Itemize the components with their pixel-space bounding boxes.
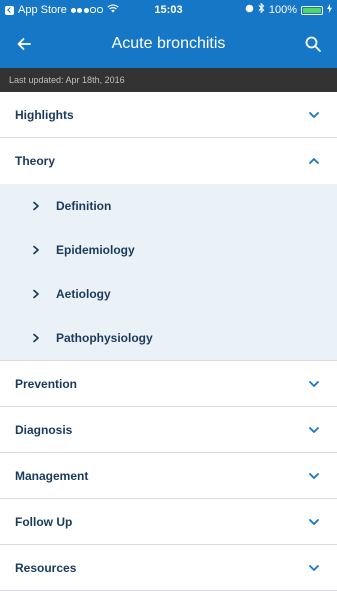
subsection-definition[interactable]: Definition	[0, 184, 337, 228]
battery-percent: 100%	[268, 4, 297, 16]
search-icon	[305, 36, 321, 52]
section-management[interactable]: Management	[0, 453, 337, 499]
charging-icon	[327, 0, 332, 20]
chevron-down-icon	[309, 427, 319, 433]
section-label: Resources	[15, 561, 77, 575]
section-label: Management	[15, 469, 89, 483]
chevron-down-icon	[309, 381, 319, 387]
subsection-aetiology[interactable]: Aetiology	[0, 272, 337, 316]
subsection-list: Definition Epidemiology Aetiology Pathophys…	[0, 184, 337, 361]
chevron-down-icon	[309, 473, 319, 479]
section-prevention[interactable]: Prevention	[0, 361, 337, 407]
chevron-down-icon	[309, 565, 319, 571]
subsection-label: Definition	[56, 199, 112, 213]
section-resources[interactable]: Resources	[0, 545, 337, 591]
section-label: Follow Up	[15, 515, 73, 529]
section-highlights[interactable]: Highlights	[0, 92, 337, 138]
chevron-down-icon	[309, 519, 319, 525]
page-title: Acute bronchitis	[111, 35, 226, 52]
navigation-bar: Acute bronchitis	[0, 20, 337, 68]
alarm-icon	[245, 0, 254, 20]
section-list: Highlights Theory Definition Epidemiology Ae…	[0, 92, 337, 591]
section-follow-up[interactable]: Follow Up	[0, 499, 337, 545]
chevron-right-icon	[33, 201, 39, 211]
section-theory[interactable]: Theory	[0, 138, 337, 184]
subsection-label: Pathophysiology	[56, 331, 153, 345]
chevron-up-icon	[309, 158, 319, 164]
back-button[interactable]	[12, 32, 36, 56]
subsection-label: Epidemiology	[56, 243, 135, 257]
section-label: Diagnosis	[15, 423, 73, 437]
chevron-down-icon	[309, 112, 319, 118]
chevron-right-icon	[33, 289, 39, 299]
subsection-label: Aetiology	[56, 287, 111, 301]
subsection-epidemiology[interactable]: Epidemiology	[0, 228, 337, 272]
section-label: Highlights	[15, 108, 74, 122]
status-bar: App Store 15:03 100%	[0, 0, 337, 20]
chevron-right-icon	[33, 245, 39, 255]
arrow-left-icon	[17, 38, 31, 50]
battery-fill	[303, 7, 321, 13]
battery-icon	[301, 5, 323, 15]
search-button[interactable]	[301, 32, 325, 56]
bluetooth-icon	[258, 0, 265, 20]
section-label: Prevention	[15, 377, 78, 391]
section-diagnosis[interactable]: Diagnosis	[0, 407, 337, 453]
subsection-pathophysiology[interactable]: Pathophysiology	[0, 316, 337, 360]
chevron-right-icon	[33, 333, 39, 343]
status-right: 100%	[245, 0, 332, 20]
section-label: Theory	[15, 154, 56, 168]
last-updated-bar: Last updated: Apr 18th, 2016	[0, 68, 337, 92]
